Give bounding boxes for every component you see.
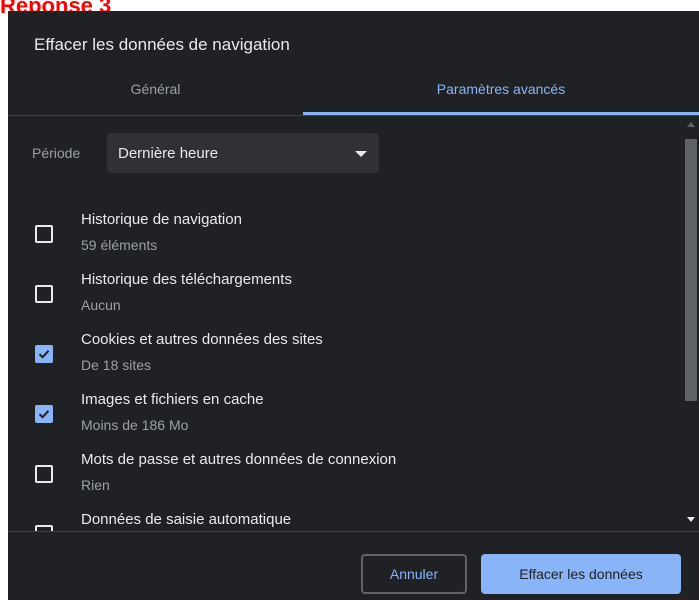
checkbox-cached-images[interactable]: [35, 405, 53, 423]
vertical-scrollbar[interactable]: [683, 116, 699, 531]
dialog-footer: Annuler Effacer les données: [8, 531, 699, 600]
list-item-download-history: Historique des téléchargements Aucun: [8, 271, 683, 331]
item-label: Historique des téléchargements: [81, 271, 292, 288]
list-item-cookies: Cookies et autres données des sites De 1…: [8, 331, 683, 391]
period-label: Période: [32, 145, 81, 161]
list-item-cached-images: Images et fichiers en cache Moins de 186…: [8, 391, 683, 451]
item-detail: 59 éléments: [81, 237, 158, 253]
item-label: Cookies et autres données des sites: [81, 331, 323, 348]
period-select-value: Dernière heure: [118, 145, 219, 162]
chevron-down-icon: [355, 151, 367, 157]
period-select[interactable]: Dernière heure: [107, 133, 379, 173]
item-label: Mots de passe et autres données de conne…: [81, 451, 397, 468]
cancel-button[interactable]: Annuler: [361, 554, 467, 594]
scroll-down-arrow-icon[interactable]: [687, 517, 695, 522]
item-detail: Moins de 186 Mo: [81, 417, 189, 433]
list-item-browsing-history: Historique de navigation 59 éléments: [8, 211, 683, 271]
item-label: Images et fichiers en cache: [81, 391, 264, 408]
checkmark-icon: [38, 410, 50, 419]
list-item-passwords: Mots de passe et autres données de conne…: [8, 451, 683, 511]
scrollbar-thumb[interactable]: [685, 139, 697, 401]
checkbox-cookies[interactable]: [35, 345, 53, 363]
scroll-up-arrow-icon[interactable]: [687, 122, 695, 127]
tab-advanced-settings[interactable]: Paramètres avancés: [303, 73, 699, 113]
checkbox-browsing-history[interactable]: [35, 225, 53, 243]
item-detail: De 18 sites: [81, 357, 152, 373]
checkbox-passwords[interactable]: [35, 465, 53, 483]
tab-general[interactable]: Général: [8, 73, 303, 113]
checkmark-icon: [38, 350, 50, 359]
item-label: Historique de navigation: [81, 211, 242, 228]
tab-bar: Général Paramètres avancés: [8, 73, 699, 116]
dialog-title: Effacer les données de navigation: [34, 35, 290, 54]
item-detail: Rien: [81, 477, 110, 493]
settings-list: Période Dernière heure Historique de nav…: [8, 116, 683, 531]
item-label: Données de saisie automatique: [81, 511, 292, 528]
active-tab-indicator: [303, 112, 699, 115]
list-item-autofill: Données de saisie automatique: [8, 511, 683, 531]
clear-browsing-data-dialog: Effacer les données de navigation Généra…: [8, 11, 699, 600]
item-detail: Aucun: [81, 297, 121, 313]
clear-data-button[interactable]: Effacer les données: [481, 554, 681, 594]
checkbox-download-history[interactable]: [35, 285, 53, 303]
